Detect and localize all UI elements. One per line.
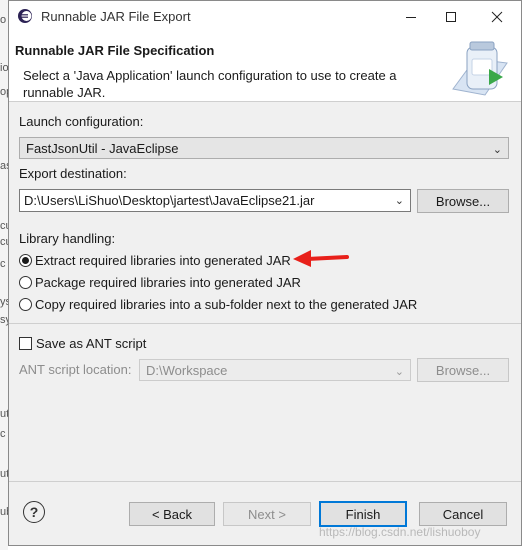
radio-label: Extract required libraries into generate… xyxy=(35,253,291,268)
save-ant-script-label: Save as ANT script xyxy=(36,336,147,351)
ant-script-location-combo[interactable]: D:\Workspace ⌄ xyxy=(139,359,411,381)
cancel-button[interactable]: Cancel xyxy=(419,502,507,526)
page-title: Runnable JAR File Specification xyxy=(15,43,215,58)
window-title: Runnable JAR File Export xyxy=(41,9,191,24)
maximize-button[interactable] xyxy=(429,1,473,33)
wizard-header: Runnable JAR File Specification Select a… xyxy=(9,33,521,102)
background-text-fragment: cu xyxy=(0,236,8,248)
radio-label: Copy required libraries into a sub-folde… xyxy=(35,297,418,312)
radio-package-libraries[interactable]: Package required libraries into generate… xyxy=(19,275,301,290)
jar-export-banner-icon xyxy=(452,41,508,96)
title-bar[interactable]: Runnable JAR File Export xyxy=(9,1,521,33)
section-divider xyxy=(9,323,521,324)
watermark-text: https://blog.csdn.net/lishuoboy xyxy=(319,525,481,539)
ant-browse-button[interactable]: Browse... xyxy=(417,358,509,382)
finish-button[interactable]: Finish xyxy=(319,501,407,527)
ant-script-location-label: ANT script location: xyxy=(19,362,132,377)
chevron-down-icon: ⌄ xyxy=(492,144,502,156)
background-text-fragment: ys xyxy=(0,296,8,308)
save-ant-script-checkbox[interactable] xyxy=(19,337,32,350)
chevron-down-icon: ⌄ xyxy=(394,195,404,207)
library-handling-label: Library handling: xyxy=(19,231,116,246)
export-destination-input[interactable]: D:\Users\LiShuo\Desktop\jartest\JavaEcli… xyxy=(19,189,411,212)
back-button[interactable]: < Back xyxy=(129,502,215,526)
chevron-down-icon: ⌄ xyxy=(394,366,404,378)
radio-copy-libraries[interactable]: Copy required libraries into a sub-folde… xyxy=(19,297,417,312)
export-destination-value: D:\Users\LiShuo\Desktop\jartest\JavaEcli… xyxy=(24,193,315,208)
background-text-fragment: ut xyxy=(0,468,8,480)
radio-button[interactable] xyxy=(19,298,32,311)
close-icon xyxy=(491,11,503,23)
background-text-fragment: ub xyxy=(0,506,8,518)
save-ant-script-checkbox-row[interactable]: Save as ANT script xyxy=(19,336,146,351)
background-text-fragment: as xyxy=(0,160,8,172)
radio-label: Package required libraries into generate… xyxy=(35,275,301,290)
radio-button[interactable] xyxy=(19,276,32,289)
launch-configuration-value: FastJsonUtil - JavaEclipse xyxy=(26,141,179,156)
background-text-fragment: o xyxy=(0,14,7,26)
ant-script-location-value: D:\Workspace xyxy=(146,363,228,378)
export-browse-button[interactable]: Browse... xyxy=(417,189,509,213)
export-dialog: Runnable JAR File Export Runnable JAR Fi… xyxy=(8,0,522,546)
background-text-fragment: c xyxy=(0,258,6,270)
background-text-fragment: io xyxy=(0,62,8,74)
help-icon[interactable]: ? xyxy=(23,501,45,523)
minimize-button[interactable] xyxy=(389,1,433,33)
background-text-fragment: sy xyxy=(0,314,8,326)
background-text-fragment: c xyxy=(0,428,6,440)
radio-extract-libraries[interactable]: Extract required libraries into generate… xyxy=(19,253,291,268)
launch-configuration-combo[interactable]: FastJsonUtil - JavaEclipse ⌄ xyxy=(19,137,509,159)
minimize-icon xyxy=(406,17,416,18)
launch-configuration-label: Launch configuration: xyxy=(19,114,144,129)
background-text-fragment: op xyxy=(0,86,8,98)
close-button[interactable] xyxy=(475,1,519,33)
export-destination-label: Export destination: xyxy=(19,166,127,181)
eclipse-icon xyxy=(18,9,32,23)
next-button[interactable]: Next > xyxy=(223,502,311,526)
maximize-icon xyxy=(446,12,456,22)
background-text-fragment: cu xyxy=(0,220,8,232)
red-arrow-annotation-icon xyxy=(293,250,349,267)
page-description: Select a 'Java Application' launch confi… xyxy=(23,68,397,100)
background-text-fragment: ut xyxy=(0,408,8,420)
footer-divider xyxy=(9,481,521,482)
radio-button[interactable] xyxy=(19,254,32,267)
